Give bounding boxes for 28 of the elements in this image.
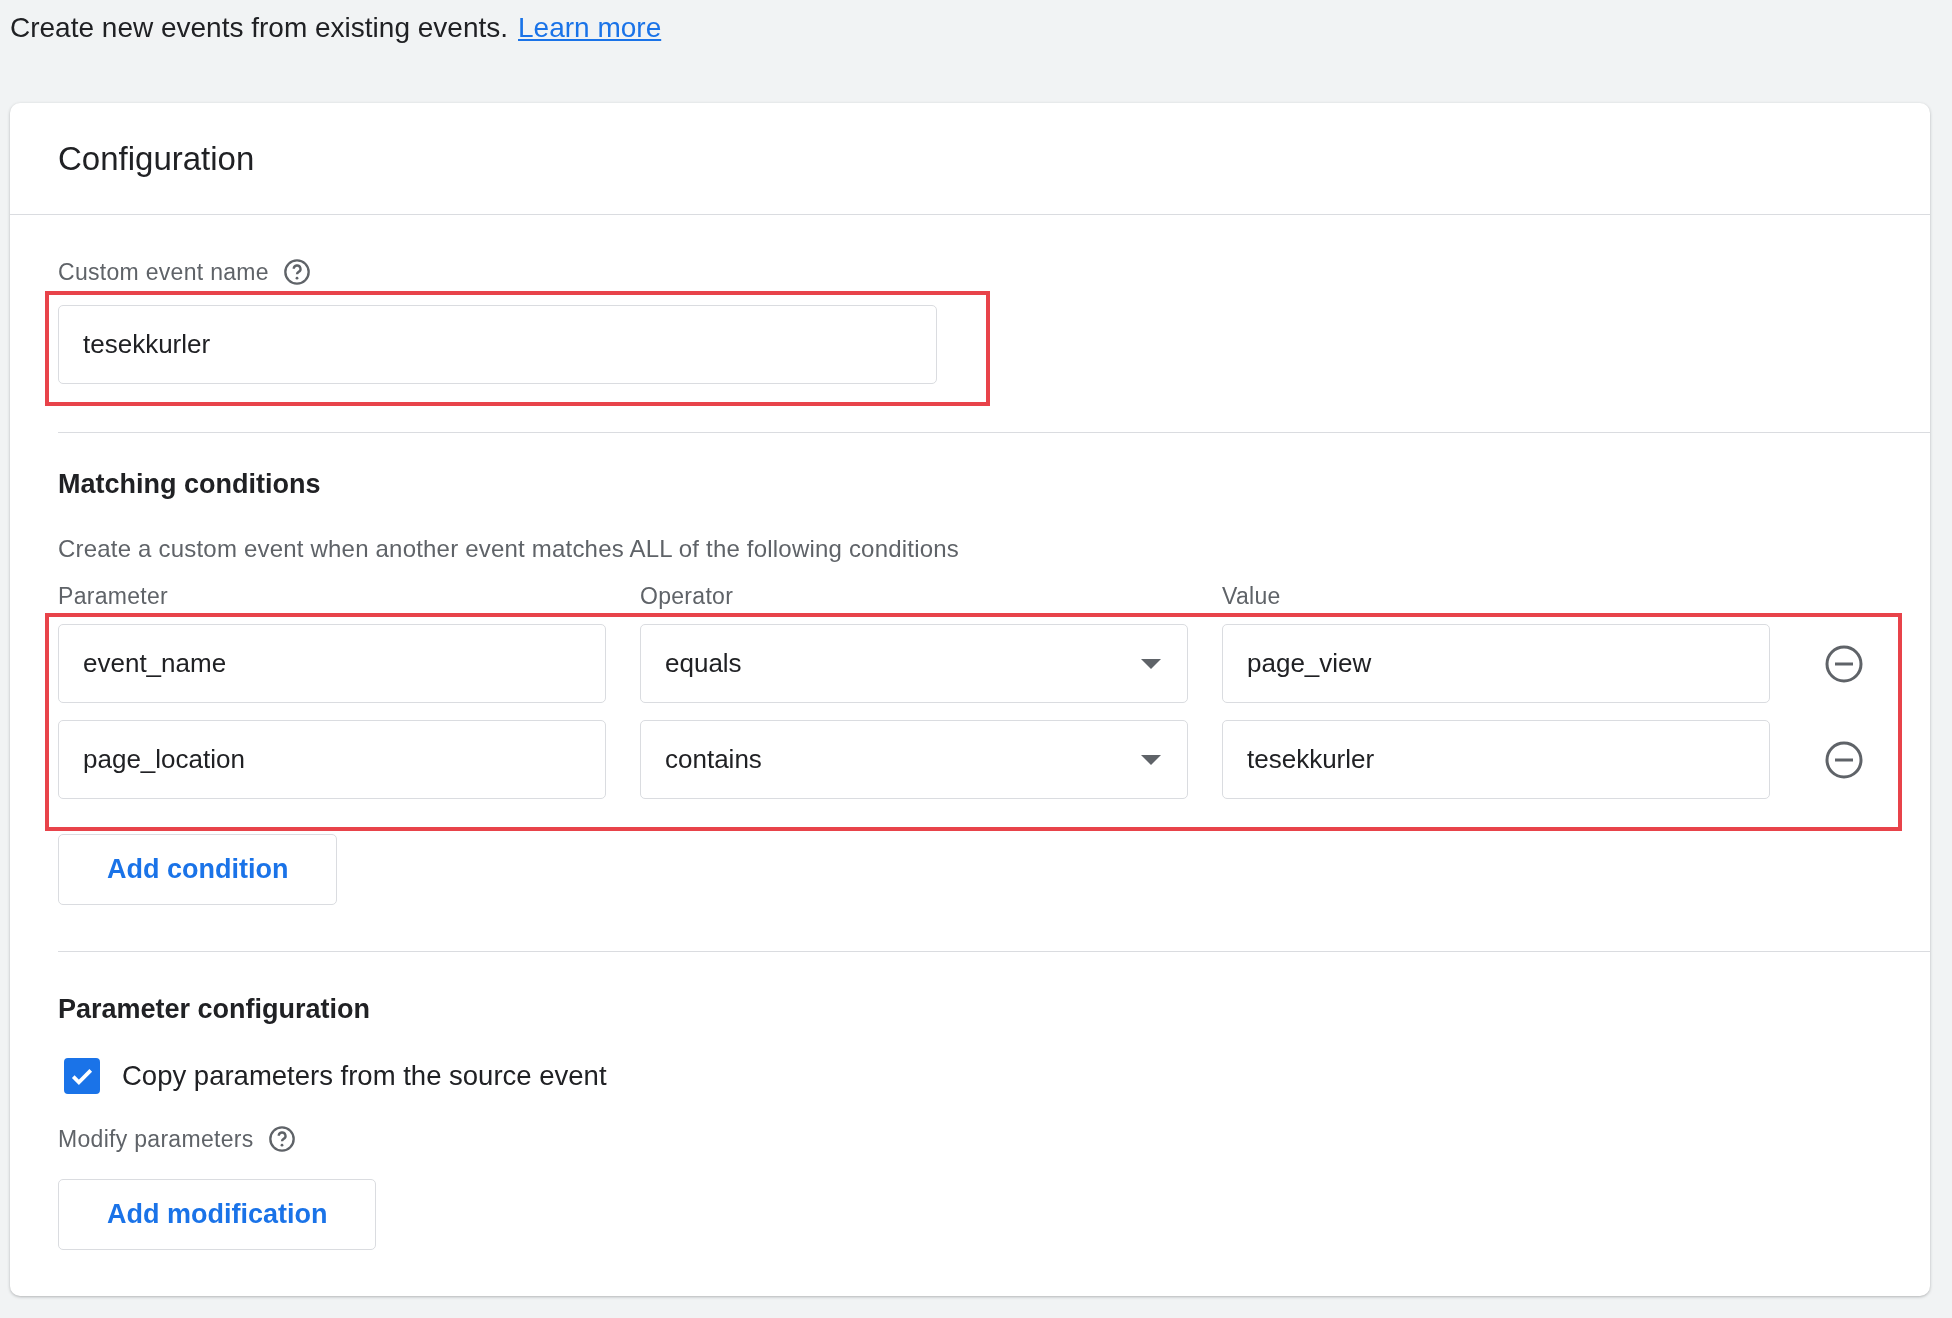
section-description: Create a custom event when another event matches ALL of the following conditions xyxy=(58,535,960,563)
checkbox-label: Copy parameters from the source event xyxy=(122,1060,607,1092)
add-modification-button[interactable]: Add modification xyxy=(58,1179,377,1250)
custom-event-name-field[interactable]: tesekkurler xyxy=(58,305,937,384)
field-label: Custom event name xyxy=(58,258,269,286)
intro-text: Create new events from existing events. xyxy=(10,12,508,44)
add-condition-button[interactable]: Add condition xyxy=(58,834,338,905)
column-label: Value xyxy=(1222,583,1282,609)
help-icon[interactable] xyxy=(267,1125,296,1153)
remove-icon[interactable] xyxy=(1824,739,1864,780)
value-field[interactable]: page_view xyxy=(1222,624,1770,703)
parameter-field[interactable]: event_name xyxy=(58,624,606,703)
remove-icon[interactable] xyxy=(1824,643,1864,684)
help-icon[interactable] xyxy=(282,258,311,286)
column-label: Parameter xyxy=(58,583,170,609)
parameter-field[interactable]: page_location xyxy=(58,720,606,799)
column-label: Operator xyxy=(640,583,735,609)
field-label: Modify parameters xyxy=(58,1125,254,1153)
caret-icon xyxy=(1141,658,1161,669)
value-field[interactable]: tesekkurler xyxy=(1222,720,1770,799)
card-title: Configuration xyxy=(58,139,255,178)
operator-dropdown[interactable]: equals xyxy=(640,624,1188,703)
learn-more-link[interactable]: Learn more xyxy=(518,12,662,44)
section-heading: Matching conditions xyxy=(58,469,322,501)
checkbox[interactable] xyxy=(64,1058,100,1094)
operator-dropdown[interactable]: contains xyxy=(640,720,1188,799)
caret-icon xyxy=(1141,754,1161,765)
section-heading: Parameter configuration xyxy=(58,994,372,1026)
